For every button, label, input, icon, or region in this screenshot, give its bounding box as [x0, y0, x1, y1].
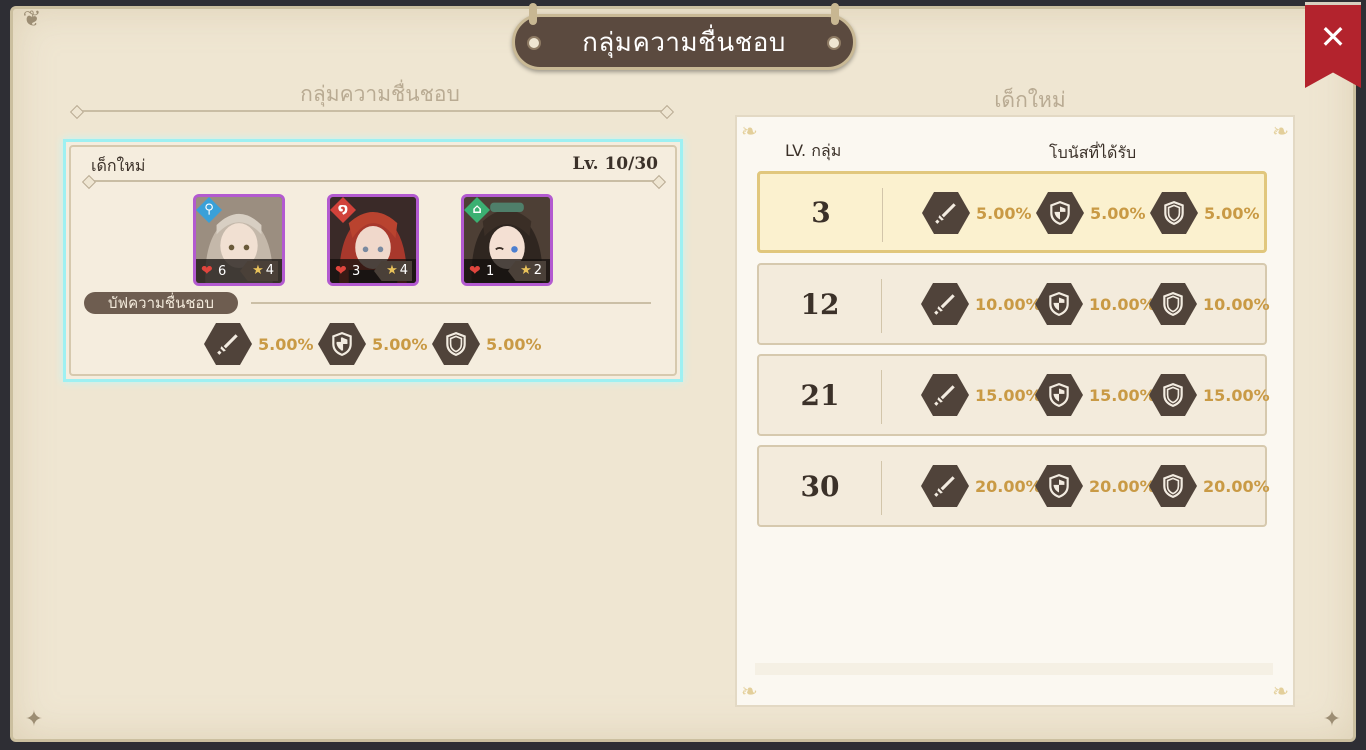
- corner-flourish-icon: ❧: [1272, 119, 1289, 143]
- bonus-value: 5.00%: [1204, 203, 1260, 223]
- group-level: Lv. 10/30: [572, 154, 658, 174]
- shield-icon: [1149, 465, 1197, 507]
- bonus-defense: 10.00%: [1035, 283, 1156, 325]
- star-icon: ★: [252, 263, 264, 278]
- bonus-attack: 20.00%: [921, 465, 1042, 507]
- sword-icon: [921, 283, 969, 325]
- buff-divider: [251, 302, 651, 304]
- star-icon: ★: [386, 263, 398, 278]
- bonus-value: 15.00%: [975, 385, 1042, 405]
- title-hook: [529, 3, 537, 25]
- shield-cross-icon: [1035, 374, 1083, 416]
- bonus-value: 20.00%: [1089, 476, 1156, 496]
- corner-ornament-icon: ✦: [24, 707, 44, 732]
- bonus-row: 12 10.00% 10.00% 10.00%: [757, 263, 1270, 345]
- column-header-bonus: โบนัสที่ได้รับ: [1049, 143, 1137, 162]
- shield-icon: [1149, 283, 1197, 325]
- buff-hp: 5.00%: [432, 323, 542, 365]
- corner-ornament-icon: ✦: [1322, 707, 1342, 732]
- buff-label: บัฟความชื่นชอบ: [84, 292, 239, 314]
- heart-icon: ❤: [201, 263, 213, 279]
- bonus-attack: 15.00%: [921, 374, 1042, 416]
- bonus-defense: 20.00%: [1035, 465, 1156, 507]
- star-rank: ★ 4: [240, 261, 278, 281]
- column-header-level: LV. กลุ่ม: [785, 141, 842, 160]
- bonus-hp: 10.00%: [1149, 283, 1270, 325]
- bonus-value: 5.00%: [976, 203, 1032, 223]
- affection-count: 6: [218, 264, 227, 279]
- bonus-attack: 10.00%: [921, 283, 1042, 325]
- title-rivet: [527, 36, 541, 50]
- buff-value: 5.00%: [486, 334, 542, 354]
- sword-icon: [921, 465, 969, 507]
- row-level: 21: [800, 378, 840, 412]
- left-section-divider: [76, 110, 668, 112]
- row-separator: [882, 188, 883, 242]
- heart-icon: ❤: [335, 263, 347, 279]
- row-level: 3: [811, 195, 831, 229]
- corner-ornament-icon: ❦: [22, 7, 42, 32]
- star-rank: ★ 2: [508, 261, 546, 281]
- page-title: กลุ่มความชื่นชอบ: [582, 27, 786, 58]
- bonus-hp: 15.00%: [1149, 374, 1270, 416]
- row-level: 30: [800, 469, 840, 503]
- row-separator: [881, 279, 882, 333]
- group-name: เด็กใหม่: [91, 156, 146, 175]
- close-icon: ✕: [1319, 18, 1347, 56]
- shield-icon: [1150, 192, 1198, 234]
- title-hook: [831, 3, 839, 25]
- bonus-table-panel: ❧ ❧ ❧ ❧ LV. กลุ่ม โบนัสที่ได้รับ 3 5.00%…: [735, 115, 1295, 707]
- bonus-defense: 15.00%: [1035, 374, 1156, 416]
- shield-icon: [1149, 374, 1197, 416]
- bonus-value: 15.00%: [1089, 385, 1156, 405]
- sword-icon: [922, 192, 970, 234]
- bonus-value: 20.00%: [1203, 476, 1270, 496]
- bonus-hp: 20.00%: [1149, 465, 1270, 507]
- buff-attack: 5.00%: [204, 323, 314, 365]
- bonus-value: 10.00%: [975, 294, 1042, 314]
- title-rivet: [827, 36, 841, 50]
- affection-group-card[interactable]: เด็กใหม่ Lv. 10/30 ⚲ ❤ 6 ★ 4 ໑ ❤ 3 ★ 4 ⌂…: [63, 139, 683, 382]
- star-rank: ★ 4: [374, 261, 412, 281]
- sword-icon: [921, 374, 969, 416]
- title-plate: กลุ่มความชื่นชอบ: [512, 3, 856, 70]
- character-card[interactable]: ⌂ ❤ 1 ★ 2: [461, 194, 553, 286]
- character-card[interactable]: ໑ ❤ 3 ★ 4: [327, 194, 419, 286]
- star-icon: ★: [520, 263, 532, 278]
- bonus-defense: 5.00%: [1036, 192, 1146, 234]
- bonus-value: 15.00%: [1203, 385, 1270, 405]
- scrollbar-track[interactable]: [755, 663, 1273, 675]
- bonus-value: 5.00%: [1090, 203, 1146, 223]
- bonus-value: 10.00%: [1203, 294, 1270, 314]
- shield-cross-icon: [1036, 192, 1084, 234]
- row-level: 12: [800, 287, 840, 321]
- group-card-divider: [88, 180, 660, 182]
- bonus-row: 30 20.00% 20.00% 20.00%: [757, 445, 1270, 527]
- bonus-row: 21 15.00% 15.00% 15.00%: [757, 354, 1270, 436]
- left-section-header: กลุ่มความชื่นชอบ: [300, 82, 460, 106]
- shield-icon: [432, 323, 480, 365]
- right-section-header: เด็กใหม่: [994, 88, 1066, 112]
- shield-cross-icon: [318, 323, 366, 365]
- bonus-value: 10.00%: [1089, 294, 1156, 314]
- affection-count: 3: [352, 264, 361, 279]
- row-separator: [881, 461, 882, 515]
- buff-defense: 5.00%: [318, 323, 428, 365]
- bonus-attack: 5.00%: [922, 192, 1032, 234]
- sword-icon: [204, 323, 252, 365]
- character-card[interactable]: ⚲ ❤ 6 ★ 4: [193, 194, 285, 286]
- bonus-hp: 5.00%: [1150, 192, 1260, 234]
- shield-cross-icon: [1035, 283, 1083, 325]
- heart-icon: ❤: [469, 263, 481, 279]
- buff-value: 5.00%: [372, 334, 428, 354]
- corner-flourish-icon: ❧: [1272, 679, 1289, 703]
- row-separator: [881, 370, 882, 424]
- buff-value: 5.00%: [258, 334, 314, 354]
- affection-count: 1: [486, 264, 495, 279]
- bonus-value: 20.00%: [975, 476, 1042, 496]
- bonus-row: 3 5.00% 5.00% 5.00%: [757, 171, 1267, 253]
- corner-flourish-icon: ❧: [741, 119, 758, 143]
- corner-flourish-icon: ❧: [741, 679, 758, 703]
- shield-cross-icon: [1035, 465, 1083, 507]
